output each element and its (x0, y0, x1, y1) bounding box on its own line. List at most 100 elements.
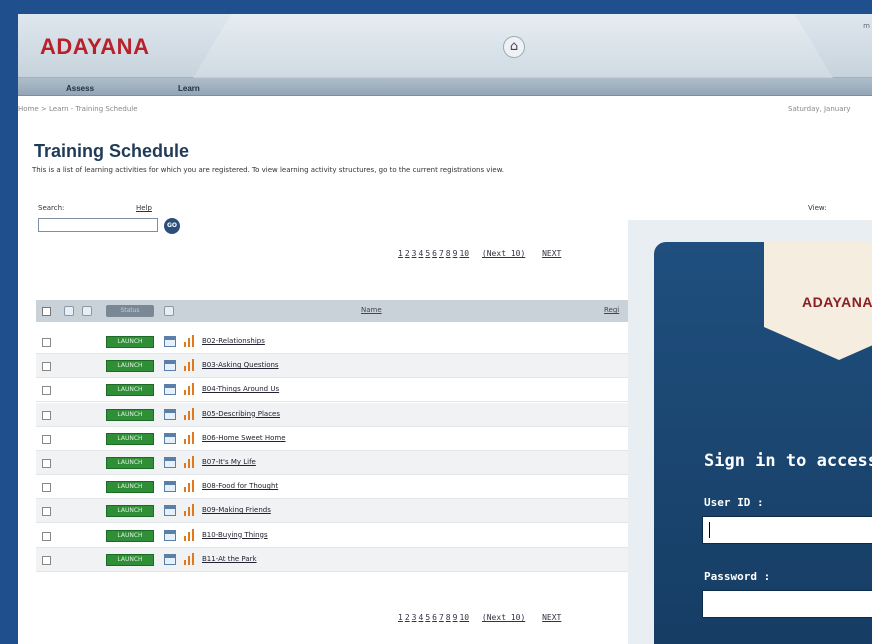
progress-chart-icon[interactable] (184, 335, 196, 347)
export-icon[interactable] (82, 306, 92, 316)
user-id-label: User ID : (704, 496, 764, 509)
status-column-header[interactable]: Status (106, 305, 154, 317)
row-checkbox[interactable] (42, 386, 51, 396)
row-checkbox[interactable] (42, 459, 51, 468)
brand-logo: ADAYANA (40, 34, 150, 59)
help-link[interactable]: Help (136, 204, 152, 212)
pager-bottom: 1 2 3 4 5 6 7 8 9 10 (Next 10) NEXT (398, 613, 563, 622)
go-button[interactable]: GO (164, 218, 180, 234)
calendar-icon[interactable] (164, 505, 176, 517)
page-link[interactable]: 4 (418, 249, 423, 258)
calendar-icon[interactable] (164, 360, 176, 372)
name-column-header[interactable]: Name (361, 306, 382, 314)
nav-learn[interactable]: Learn (178, 84, 200, 93)
next-10-link[interactable]: (Next 10) (482, 613, 525, 622)
activity-link[interactable]: B10-Buying Things (202, 531, 268, 539)
page-link[interactable]: 3 (412, 249, 417, 258)
activity-link[interactable]: B11-At the Park (202, 555, 257, 563)
print-icon[interactable] (64, 306, 74, 316)
page-link[interactable]: 9 (453, 249, 458, 258)
registered-column-header[interactable]: Regi (604, 306, 619, 314)
view-label: View: (808, 204, 827, 212)
main-nav (18, 78, 872, 96)
page-link[interactable]: 10 (459, 613, 469, 622)
row-checkbox[interactable] (42, 362, 51, 372)
page-link[interactable]: 10 (459, 249, 469, 258)
page-link[interactable]: 2 (405, 613, 410, 622)
page-title: Training Schedule (34, 141, 190, 161)
activity-link[interactable]: B02-Relationships (202, 337, 265, 345)
activity-link[interactable]: B03-Asking Questions (202, 361, 279, 369)
calendar-icon[interactable] (164, 336, 176, 347)
next-link[interactable]: NEXT (542, 249, 561, 258)
launch-button[interactable]: LAUNCH (106, 360, 154, 373)
page-link[interactable]: 9 (453, 613, 458, 622)
page-link[interactable]: 1 (398, 613, 403, 622)
page-link[interactable]: 5 (425, 613, 430, 622)
nav-assess[interactable]: Assess (66, 84, 94, 93)
next-10-link[interactable]: (Next 10) (482, 249, 525, 258)
launch-button[interactable]: LAUNCH (106, 505, 154, 518)
next-link[interactable]: NEXT (542, 613, 561, 622)
sign-in-heading: Sign in to access (704, 451, 872, 471)
launch-button[interactable]: LAUNCH (106, 432, 154, 445)
date-display: Saturday, January (788, 105, 851, 113)
page-link[interactable]: 4 (418, 613, 423, 622)
calendar-icon[interactable] (164, 553, 176, 565)
progress-chart-icon[interactable] (184, 528, 196, 541)
select-all-checkbox[interactable] (42, 307, 51, 316)
activity-link[interactable]: B04-Things Around Us (202, 385, 279, 393)
launch-button[interactable]: LAUNCH (106, 481, 154, 494)
calendar-icon[interactable] (164, 457, 176, 468)
progress-chart-icon[interactable] (184, 359, 196, 372)
launch-button[interactable]: LAUNCH (106, 336, 154, 348)
calendar-icon[interactable] (164, 529, 176, 541)
launch-button[interactable]: LAUNCH (106, 457, 154, 469)
row-checkbox[interactable] (42, 507, 51, 517)
activity-link[interactable]: B05-Describing Places (202, 410, 280, 418)
breadcrumb: Home > Learn - Training Schedule (18, 105, 138, 113)
activity-link[interactable]: B09-Making Friends (202, 506, 271, 514)
pager-top: 1 2 3 4 5 6 7 8 9 10 (Next 10) NEXT (398, 249, 563, 258)
progress-chart-icon[interactable] (184, 504, 196, 517)
home-icon[interactable]: ⌂ (503, 36, 525, 58)
search-label: Search: (38, 204, 65, 212)
launch-button[interactable]: LAUNCH (106, 408, 154, 421)
page-link[interactable]: 7 (439, 249, 444, 258)
activity-link[interactable]: B07-It's My Life (202, 458, 256, 466)
login-logo: ADAYANA (802, 294, 872, 310)
progress-chart-icon[interactable] (184, 480, 196, 493)
row-checkbox[interactable] (42, 410, 51, 420)
calendar-icon[interactable] (164, 481, 176, 493)
row-checkbox[interactable] (42, 483, 51, 493)
user-id-field[interactable] (702, 516, 872, 544)
page-link[interactable]: 5 (425, 249, 430, 258)
progress-chart-icon[interactable] (184, 407, 196, 420)
activity-link[interactable]: B08-Food for Thought (202, 482, 278, 490)
calendar-icon[interactable] (164, 432, 176, 444)
page-link[interactable]: 7 (439, 613, 444, 622)
row-checkbox[interactable] (42, 531, 51, 541)
password-field[interactable] (702, 590, 872, 618)
search-input[interactable] (38, 218, 158, 232)
page-link[interactable]: 3 (412, 613, 417, 622)
activity-link[interactable]: B06-Home Sweet Home (202, 434, 286, 442)
progress-chart-icon[interactable] (184, 456, 196, 468)
row-checkbox[interactable] (42, 434, 51, 444)
page-link[interactable]: 6 (432, 613, 437, 622)
page-link[interactable]: 8 (446, 613, 451, 622)
progress-chart-icon[interactable] (184, 552, 196, 565)
launch-button[interactable]: LAUNCH (106, 553, 154, 566)
row-checkbox[interactable] (42, 555, 51, 565)
launch-button[interactable]: LAUNCH (106, 529, 154, 542)
page-link[interactable]: 6 (432, 249, 437, 258)
launch-button[interactable]: LAUNCH (106, 384, 154, 397)
page-link[interactable]: 8 (446, 249, 451, 258)
calendar-icon[interactable] (164, 408, 176, 420)
page-link[interactable]: 2 (405, 249, 410, 258)
row-checkbox[interactable] (42, 338, 51, 347)
progress-chart-icon[interactable] (184, 431, 196, 444)
calendar-icon[interactable] (164, 384, 176, 396)
progress-chart-icon[interactable] (184, 383, 196, 396)
page-link[interactable]: 1 (398, 249, 403, 258)
